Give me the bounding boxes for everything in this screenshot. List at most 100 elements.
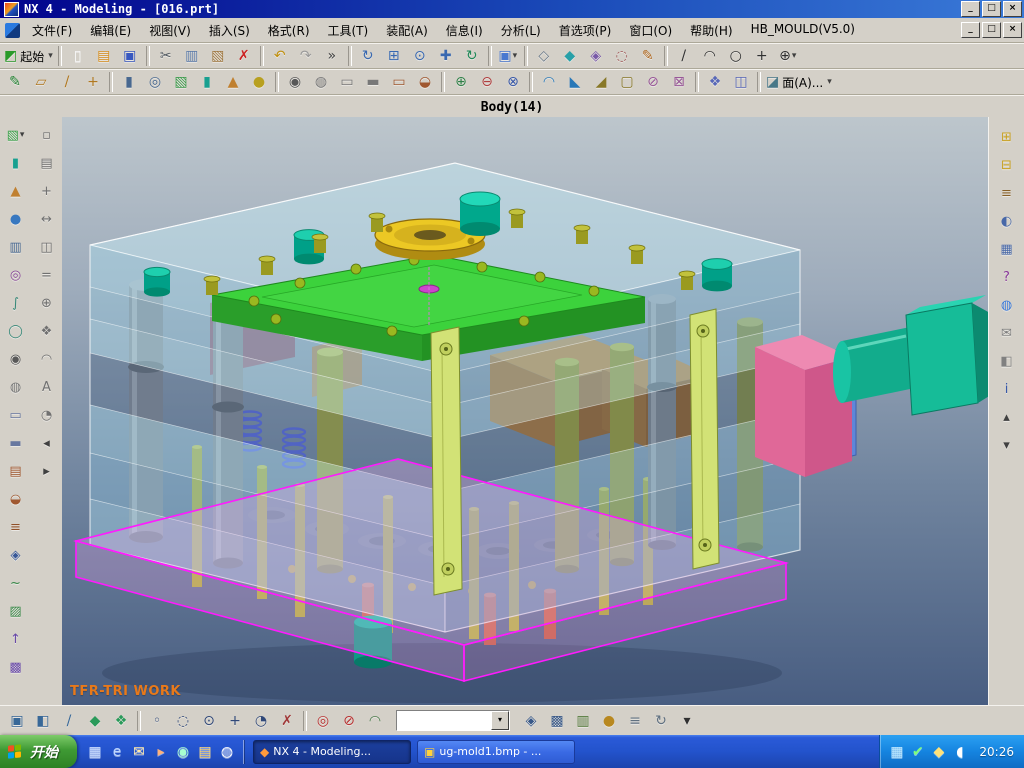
draft-icon[interactable]: ◢: [589, 70, 613, 94]
extrude-icon[interactable]: ▮: [117, 70, 141, 94]
media-player-icon[interactable]: ▸: [151, 741, 171, 763]
unite-icon[interactable]: ⊕: [449, 70, 473, 94]
point-tool-icon[interactable]: +: [750, 44, 774, 68]
snap-point-icon[interactable]: ⊕▾: [776, 44, 800, 68]
chamfer-icon[interactable]: ◣: [563, 70, 587, 94]
assembly-navigator-icon[interactable]: ⊞: [994, 124, 1020, 150]
mdi-child-icon[interactable]: [5, 23, 20, 38]
curve-icon[interactable]: ◠: [34, 346, 60, 372]
feature-cylinder-icon[interactable]: ▮: [3, 150, 29, 176]
menu-help[interactable]: 帮助(H): [681, 19, 741, 42]
pocket-icon[interactable]: ▭: [335, 70, 359, 94]
delete-icon[interactable]: ✗: [232, 44, 256, 68]
feature-pad-icon[interactable]: ▬: [3, 430, 29, 456]
minimize-button[interactable]: _: [961, 1, 980, 17]
start-button[interactable]: 开始: [0, 735, 77, 768]
show-desktop-icon[interactable]: ▦: [85, 741, 105, 763]
snap-midpoint-icon[interactable]: ◌: [171, 709, 195, 733]
detail-filter-icon[interactable]: ▥: [571, 709, 595, 733]
feature-revolve-icon[interactable]: ◎: [3, 262, 29, 288]
feature-scale-icon[interactable]: ▩: [3, 654, 29, 680]
hydraulic-cylinder[interactable]: [833, 295, 988, 415]
face-command-button[interactable]: ◪面(A)...▾: [765, 70, 833, 94]
outlook-icon[interactable]: ✉: [129, 741, 149, 763]
dropdown-arrow-icon[interactable]: ▾: [792, 51, 797, 61]
web-browser-icon[interactable]: ◍: [994, 292, 1020, 318]
dropdown-arrow-icon[interactable]: ▾: [48, 51, 53, 61]
cylinder-icon[interactable]: ▮: [195, 70, 219, 94]
feature-user-defined-icon[interactable]: ◈: [3, 542, 29, 568]
circle-tool-icon[interactable]: ○: [724, 44, 748, 68]
expression-icon[interactable]: =: [34, 262, 60, 288]
sketch-icon[interactable]: ✎: [3, 70, 27, 94]
image-viewer-icon[interactable]: ◍: [217, 741, 237, 763]
task-nx-modeling[interactable]: ◆NX 4 - Modeling...: [253, 740, 411, 764]
graphics-viewport[interactable]: TFR-TRI WORK: [62, 117, 988, 705]
save-icon[interactable]: ▣: [118, 44, 142, 68]
orient-view-icon[interactable]: ◆: [558, 44, 582, 68]
pad-icon[interactable]: ▬: [361, 70, 385, 94]
feature-swept-icon[interactable]: ∫: [3, 290, 29, 316]
highlight-selection-icon[interactable]: ◎: [311, 709, 335, 733]
task-ug-mold-bmp[interactable]: ▣ug-mold1.bmp - ...: [417, 740, 575, 764]
color-filter-icon[interactable]: ●: [597, 709, 621, 733]
feature-sew-icon[interactable]: ~: [3, 570, 29, 596]
slot-icon[interactable]: ▭: [387, 70, 411, 94]
graphics-tray-icon[interactable]: ▦: [888, 743, 905, 760]
selection-filter-any-icon[interactable]: ▣: [5, 709, 29, 733]
mold-assembly-3d-model[interactable]: [62, 117, 988, 705]
combobox-dropdown-icon[interactable]: ▾: [491, 711, 509, 730]
general-selection-icon[interactable]: ◈: [519, 709, 543, 733]
feature-groove-icon[interactable]: ◒: [3, 486, 29, 512]
zoom-icon[interactable]: ⊙: [408, 44, 432, 68]
analysis-icon[interactable]: ◔: [34, 402, 60, 428]
part-navigator-icon[interactable]: ⊟: [994, 152, 1020, 178]
toolbar-scroll-right-icon[interactable]: ▸: [34, 458, 60, 484]
menu-analysis[interactable]: 分析(L): [492, 19, 550, 42]
datum-axis-icon[interactable]: /: [55, 70, 79, 94]
feature-patch-icon[interactable]: ▨: [3, 598, 29, 624]
shell-icon[interactable]: ▢: [615, 70, 639, 94]
msn-icon[interactable]: ◉: [173, 741, 193, 763]
menu-view[interactable]: 视图(V): [140, 19, 200, 42]
paste-icon[interactable]: ▧: [206, 44, 230, 68]
toolbar-overflow-chevron[interactable]: »: [320, 44, 344, 68]
menu-edit[interactable]: 编辑(E): [81, 19, 140, 42]
intersect-icon[interactable]: ⊗: [501, 70, 525, 94]
menu-assemblies[interactable]: 装配(A): [377, 19, 437, 42]
boss-icon[interactable]: ◍: [309, 70, 333, 94]
snap-endpoint-icon[interactable]: ◦: [145, 709, 169, 733]
front-gib-2[interactable]: [690, 309, 719, 569]
volume-icon[interactable]: ◖: [951, 743, 968, 760]
revolve-icon[interactable]: ◎: [143, 70, 167, 94]
snap-view-icon[interactable]: ▫: [34, 122, 60, 148]
edit-object-display-icon[interactable]: ✎: [636, 44, 660, 68]
hole-icon[interactable]: ◉: [283, 70, 307, 94]
hide-body-icon[interactable]: ◌: [610, 44, 634, 68]
feature-boss-icon[interactable]: ◍: [3, 374, 29, 400]
reset-filter-icon[interactable]: ↻: [649, 709, 673, 733]
boolean-icon[interactable]: ⊕: [34, 290, 60, 316]
feature-pocket-icon[interactable]: ▭: [3, 402, 29, 428]
layer-filter-icon[interactable]: ≡: [623, 709, 647, 733]
redo-icon[interactable]: ↷: [294, 44, 318, 68]
select-body-icon[interactable]: ◆: [83, 709, 107, 733]
measure-icon[interactable]: ◫: [34, 234, 60, 260]
system-materials-icon[interactable]: ▦: [994, 236, 1020, 262]
feature-block-icon[interactable]: ▧▾: [3, 122, 29, 148]
menu-window[interactable]: 窗口(O): [620, 19, 681, 42]
snapshot-icon[interactable]: ◈: [584, 44, 608, 68]
feature-hole-icon[interactable]: ◉: [3, 346, 29, 372]
mdi-restore-button[interactable]: □: [982, 22, 1001, 38]
feature-offset-icon[interactable]: ↑: [3, 626, 29, 652]
menu-information[interactable]: 信息(I): [437, 19, 492, 42]
internet-explorer-icon[interactable]: e: [107, 741, 127, 763]
select-component-icon[interactable]: ❖: [109, 709, 133, 733]
refresh-view-icon[interactable]: ↻: [356, 44, 380, 68]
block-icon[interactable]: ▧: [169, 70, 193, 94]
menu-tools[interactable]: 工具(T): [319, 19, 378, 42]
folder-shortcut-icon[interactable]: ▤: [195, 741, 215, 763]
feature-cone-icon[interactable]: ▲: [3, 178, 29, 204]
layer-settings-icon[interactable]: ▤: [34, 150, 60, 176]
info-window-icon[interactable]: i: [994, 376, 1020, 402]
